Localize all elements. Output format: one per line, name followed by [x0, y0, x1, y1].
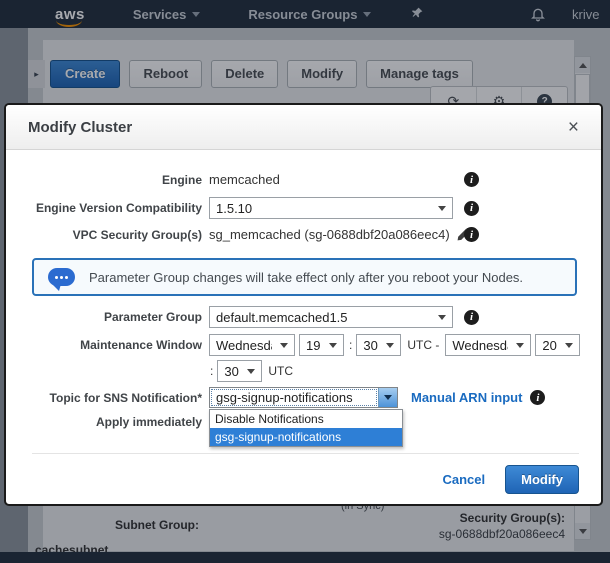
sns-topic-label: Topic for SNS Notification* [6, 391, 209, 405]
manual-arn-input-link[interactable]: Manual ARN input [411, 390, 522, 405]
info-icon[interactable]: i [530, 390, 545, 405]
maintenance-day1-select[interactable]: Wednesday [209, 334, 295, 356]
info-icon[interactable]: i [464, 201, 479, 216]
maintenance-day2-select[interactable]: Wednesday [445, 334, 531, 356]
sns-topic-select[interactable]: gsg-signup-notifications [209, 387, 398, 408]
screen: aws Services Resource Groups krive ▸ Cre… [0, 0, 610, 563]
triangle-down-icon [384, 395, 392, 400]
info-icon[interactable]: i [464, 172, 479, 187]
reboot-notice-text: Parameter Group changes will take effect… [89, 270, 523, 285]
vpc-security-field: sg_memcached (sg-0688dbf20a086eec4) [209, 227, 470, 242]
chevron-down-icon [438, 206, 446, 211]
apply-immediately-label: Apply immediately [6, 415, 209, 429]
maintenance-hour1-select[interactable]: 19 [299, 334, 344, 356]
maintenance-hour1-value: 19 [306, 338, 321, 353]
engine-version-row: Engine Version Compatibility 1.5.10 i [6, 197, 601, 219]
chevron-down-icon [247, 369, 255, 374]
dropdown-option-gsg-signup-notifications[interactable]: gsg-signup-notifications [210, 428, 402, 446]
engine-label: Engine [6, 173, 209, 187]
engine-version-select[interactable]: 1.5.10 [209, 197, 453, 219]
vpc-security-value: sg_memcached (sg-0688dbf20a086eec4) [209, 227, 450, 242]
engine-version-selected: 1.5.10 [216, 201, 430, 216]
engine-version-label: Engine Version Compatibility [6, 201, 209, 215]
sns-topic-field: gsg-signup-notifications Disable Notific… [209, 387, 545, 408]
sns-topic-selected: gsg-signup-notifications [211, 389, 377, 406]
parameter-group-selected: default.memcached1.5 [216, 310, 430, 325]
utc-separator-label: UTC - [407, 338, 439, 352]
modify-submit-button[interactable]: Modify [505, 465, 579, 494]
engine-value: memcached [209, 172, 280, 187]
modal-body: Engine memcached i Engine Version Compat… [6, 150, 601, 429]
modal-footer: Cancel Modify [32, 453, 579, 505]
sns-topic-row: Topic for SNS Notification* gsg-signup-n… [6, 387, 601, 408]
dropdown-option-disable-notifications[interactable]: Disable Notifications [210, 410, 402, 428]
parameter-group-field: default.memcached1.5 [209, 306, 453, 328]
parameter-group-select[interactable]: default.memcached1.5 [209, 306, 453, 328]
chevron-down-icon [329, 343, 337, 348]
modify-cluster-modal: Modify Cluster × Engine memcached i Engi… [4, 103, 603, 506]
modal-title: Modify Cluster [28, 119, 132, 136]
chevron-down-icon [516, 343, 524, 348]
sns-topic-dropdown-button[interactable] [378, 388, 397, 407]
vpc-security-label: VPC Security Group(s) [6, 228, 209, 242]
sns-topic-dropdown-list: Disable Notifications gsg-signup-notific… [209, 409, 403, 447]
maintenance-minute1-select[interactable]: 30 [356, 334, 401, 356]
time-colon: : [349, 338, 352, 352]
engine-row: Engine memcached i [6, 172, 601, 187]
chevron-down-icon [438, 315, 446, 320]
maintenance-day1-value: Wednesday [216, 338, 272, 353]
maintenance-window-field: Wednesday 19 : 30 UTC - Wednesday 20 [209, 334, 591, 382]
engine-field: memcached [209, 172, 280, 187]
maintenance-minute1-value: 30 [363, 338, 378, 353]
maintenance-day2-value: Wednesday [452, 338, 508, 353]
maintenance-hour2-select[interactable]: 20 [535, 334, 580, 356]
maintenance-hour2-value: 20 [542, 338, 557, 353]
info-icon[interactable]: i [464, 310, 479, 325]
parameter-group-label: Parameter Group [6, 310, 209, 324]
close-icon[interactable]: × [568, 118, 579, 137]
sns-topic-combo-wrap: gsg-signup-notifications Disable Notific… [209, 387, 398, 408]
maintenance-window-row: Maintenance Window Wednesday 19 : 30 UTC… [6, 334, 601, 382]
maintenance-window-label: Maintenance Window [6, 334, 209, 352]
vpc-security-row: VPC Security Group(s) sg_memcached (sg-0… [6, 227, 601, 242]
info-icon[interactable]: i [464, 227, 479, 242]
speech-bubble-icon [48, 268, 75, 286]
cancel-button[interactable]: Cancel [442, 472, 485, 487]
chevron-down-icon [280, 343, 288, 348]
reboot-notice-banner: Parameter Group changes will take effect… [32, 258, 577, 296]
modal-header: Modify Cluster × [6, 105, 601, 150]
engine-version-field: 1.5.10 [209, 197, 453, 219]
chevron-down-icon [386, 343, 394, 348]
parameter-group-row: Parameter Group default.memcached1.5 i [6, 306, 601, 328]
chevron-down-icon [565, 343, 573, 348]
maintenance-minute2-value: 30 [224, 364, 239, 379]
maintenance-minute2-select[interactable]: 30 [217, 360, 262, 382]
time-colon: : [210, 364, 213, 378]
utc-label: UTC [268, 364, 293, 378]
